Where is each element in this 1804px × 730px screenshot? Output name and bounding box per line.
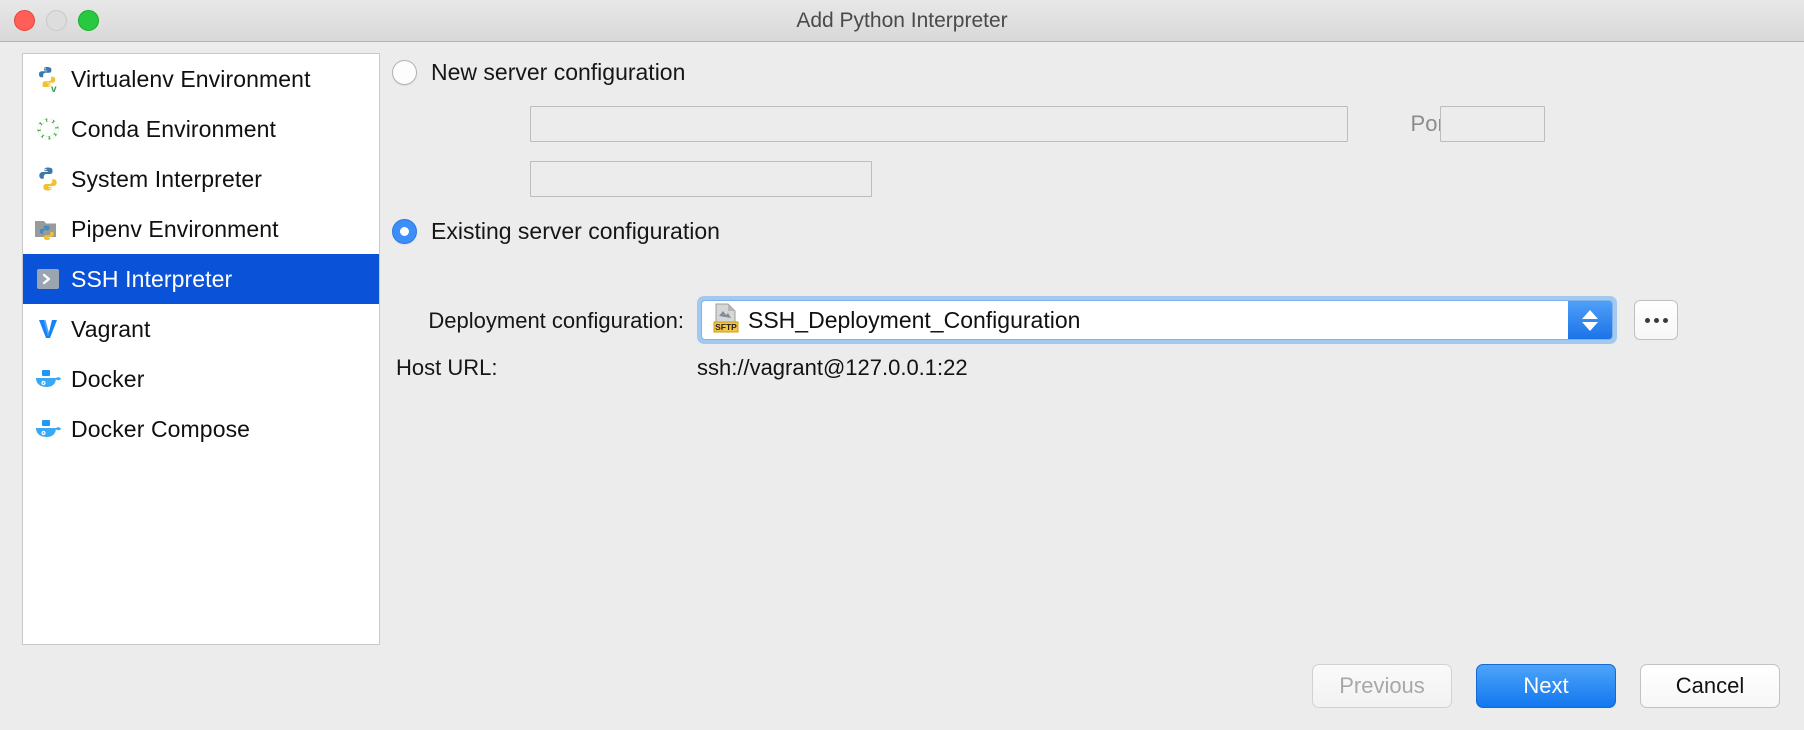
title-bar: Add Python Interpreter <box>0 0 1804 42</box>
ellipsis-icon <box>1645 318 1650 323</box>
deployment-configuration-stepper[interactable] <box>1568 301 1612 339</box>
sidebar-item-label: System Interpreter <box>71 166 262 193</box>
ellipsis-icon <box>1654 318 1659 323</box>
new-server-configuration-label: New server configuration <box>431 59 685 86</box>
chevron-up-icon <box>1582 310 1598 319</box>
deployment-configuration-value: SSH_Deployment_Configuration <box>748 307 1080 334</box>
host-input[interactable] <box>530 106 1348 142</box>
host-url-label: Host URL: <box>392 355 684 381</box>
sidebar-item-docker[interactable]: Docker <box>23 354 379 404</box>
conda-icon <box>31 115 65 143</box>
sidebar-item-label: Docker <box>71 366 144 393</box>
docker-compose-icon <box>31 415 65 443</box>
sidebar-item-label: Docker Compose <box>71 416 250 443</box>
sidebar-item-system-interpreter[interactable]: System Interpreter <box>23 154 379 204</box>
svg-text:SFTP: SFTP <box>715 322 737 332</box>
sidebar-item-label: Virtualenv Environment <box>71 66 311 93</box>
sidebar-item-label: SSH Interpreter <box>71 266 232 293</box>
svg-text:v: v <box>51 84 57 93</box>
new-server-configuration-radio[interactable] <box>392 60 417 85</box>
sidebar-item-label: Vagrant <box>71 316 151 343</box>
add-python-interpreter-dialog: Add Python Interpreter v Virtualenv Envi… <box>0 0 1804 730</box>
port-input[interactable] <box>1440 106 1545 142</box>
sidebar-item-ssh-interpreter[interactable]: SSH Interpreter <box>23 254 379 304</box>
ssh-interpreter-panel: New server configuration Host: Port: Use… <box>392 53 1782 645</box>
host-url-value: ssh://vagrant@127.0.0.1:22 <box>697 355 968 381</box>
sidebar-item-label: Conda Environment <box>71 116 276 143</box>
existing-server-configuration-label: Existing server configuration <box>431 218 720 245</box>
sidebar-item-virtualenv-environment[interactable]: v Virtualenv Environment <box>23 54 379 104</box>
ellipsis-icon <box>1663 318 1668 323</box>
pipenv-folder-icon <box>31 215 65 243</box>
username-input[interactable] <box>530 161 872 197</box>
dialog-footer: Previous Next Cancel <box>1312 664 1780 708</box>
existing-server-configuration-radio-row[interactable]: Existing server configuration <box>392 218 720 245</box>
ssh-terminal-icon <box>31 265 65 293</box>
deployment-configuration-label: Deployment configuration: <box>392 308 684 334</box>
sidebar-item-label: Pipenv Environment <box>71 216 279 243</box>
sidebar-item-docker-compose[interactable]: Docker Compose <box>23 404 379 454</box>
sidebar-item-pipenv-environment[interactable]: Pipenv Environment <box>23 204 379 254</box>
sidebar-item-conda-environment[interactable]: Conda Environment <box>23 104 379 154</box>
deployment-configuration-combobox[interactable]: SFTP SSH_Deployment_Configuration <box>697 296 1617 344</box>
next-button[interactable]: Next <box>1476 664 1616 708</box>
python-icon <box>31 165 65 193</box>
browse-deployment-configuration-button[interactable] <box>1634 300 1678 340</box>
vagrant-icon <box>31 315 65 343</box>
interpreter-type-list[interactable]: v Virtualenv Environment Conda Environme… <box>22 53 380 645</box>
sidebar-item-vagrant[interactable]: Vagrant <box>23 304 379 354</box>
chevron-down-icon <box>1582 322 1598 331</box>
window-title: Add Python Interpreter <box>0 0 1804 41</box>
cancel-button[interactable]: Cancel <box>1640 664 1780 708</box>
previous-button[interactable]: Previous <box>1312 664 1452 708</box>
docker-icon <box>31 365 65 393</box>
sftp-document-icon: SFTP <box>712 303 740 338</box>
new-server-configuration-radio-row[interactable]: New server configuration <box>392 59 685 86</box>
existing-server-configuration-radio[interactable] <box>392 219 417 244</box>
python-venv-icon: v <box>31 65 65 93</box>
